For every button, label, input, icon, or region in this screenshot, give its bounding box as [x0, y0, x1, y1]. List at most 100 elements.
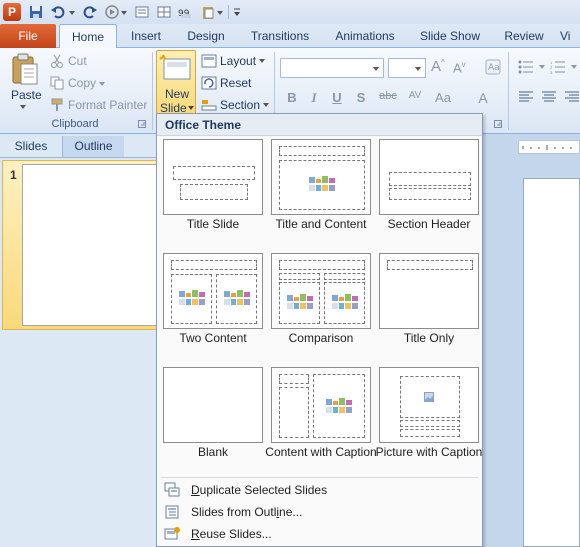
tab-review[interactable]: Review	[500, 24, 548, 48]
tab-slides[interactable]: Slides	[0, 136, 62, 157]
table-icon[interactable]	[156, 4, 172, 20]
layout-icon[interactable]	[201, 54, 217, 68]
align-center-icon[interactable]	[541, 90, 557, 104]
content-icons	[332, 294, 358, 309]
bullets-dropdown-icon[interactable]	[538, 64, 546, 70]
layout-picture-with-caption[interactable]: Picture with Caption	[376, 367, 483, 475]
layout-thumbnail	[271, 253, 371, 329]
qat-separator	[228, 5, 229, 19]
content-icons	[309, 176, 335, 191]
reset-icon[interactable]	[201, 76, 217, 90]
spelling-icon[interactable]	[134, 4, 150, 20]
tab-outline[interactable]: Outline	[62, 136, 124, 157]
tab-insert[interactable]: Insert	[122, 24, 170, 48]
reuse-slides-icon	[164, 527, 180, 540]
format-painter-icon[interactable]	[50, 98, 64, 112]
symbol-icon[interactable]: 99	[178, 4, 194, 20]
powerpoint-app-icon[interactable]: P	[3, 3, 21, 21]
tab-design[interactable]: Design	[180, 24, 232, 48]
paste-dropdown-icon[interactable]	[18, 104, 28, 110]
new-slide-label: New	[165, 87, 190, 101]
title-placeholder	[279, 374, 309, 384]
tab-transitions[interactable]: Transitions	[244, 24, 316, 48]
slide-thumbnail[interactable]	[22, 164, 157, 326]
align-left-icon[interactable]	[518, 90, 534, 104]
content-placeholder	[216, 274, 257, 324]
dialog-launcher-icon[interactable]	[494, 120, 502, 128]
content-icons	[326, 398, 352, 413]
slideshow-dropdown-icon[interactable]	[120, 4, 128, 20]
menu-item-label: Slides from Outline...	[191, 505, 303, 519]
undo-dropdown-icon[interactable]	[68, 4, 76, 20]
tab-animations[interactable]: Animations	[328, 24, 402, 48]
shrink-font-button[interactable]: Av	[453, 60, 466, 75]
layout-blank[interactable]: Blank	[163, 367, 267, 462]
clipboard-paste-icon[interactable]	[200, 4, 216, 20]
align-right-icon[interactable]	[564, 90, 580, 104]
layout-title-slide[interactable]: Title Slide	[163, 139, 267, 234]
reset-button[interactable]: Reset	[220, 76, 251, 90]
tab-view[interactable]: Vi	[560, 24, 580, 48]
svg-text:3: 3	[550, 70, 553, 74]
bullets-icon[interactable]	[518, 60, 534, 74]
character-spacing-button[interactable]: AV	[404, 90, 426, 101]
numbering-dropdown-icon[interactable]	[570, 64, 578, 70]
customize-qat-icon[interactable]	[232, 4, 242, 20]
menu-duplicate-selected-slides[interactable]: Duplicate Selected Slides	[157, 479, 482, 501]
numbering-icon[interactable]: 123	[550, 60, 566, 74]
menu-reuse-slides[interactable]: Reuse Slides...	[157, 523, 482, 545]
redo-icon[interactable]	[82, 4, 98, 20]
slideshow-icon[interactable]	[104, 4, 120, 20]
tab-home[interactable]: Home	[59, 24, 117, 49]
layout-comparison[interactable]: Comparison	[271, 253, 375, 348]
bold-button[interactable]: B	[283, 90, 301, 105]
font-name-combobox[interactable]	[280, 58, 384, 78]
font-size-combobox[interactable]	[388, 58, 426, 78]
new-slide-button[interactable]: New Slide	[156, 50, 196, 116]
section-icon[interactable]	[201, 98, 217, 112]
menu-item-label: Reuse Slides...	[191, 527, 272, 541]
layout-content-with-caption[interactable]: Content with Caption	[265, 367, 377, 475]
cut-icon[interactable]	[50, 54, 64, 68]
slide-number: 1	[10, 168, 17, 182]
dialog-launcher-icon[interactable]	[138, 120, 146, 128]
layout-thumbnail	[163, 139, 263, 215]
layout-title-and-content[interactable]: Title and Content	[271, 139, 375, 234]
caption-text-placeholder	[400, 429, 460, 437]
paste-button[interactable]: Paste	[11, 88, 42, 102]
slide-canvas[interactable]	[523, 178, 580, 547]
layout-section-header[interactable]: Section Header	[379, 139, 483, 234]
section-button[interactable]: Section	[220, 98, 260, 112]
shadow-button[interactable]: S	[352, 90, 370, 105]
paste-dropdown-icon[interactable]	[216, 4, 224, 20]
copy-icon[interactable]	[50, 76, 64, 90]
cut-button[interactable]: Cut	[68, 54, 87, 68]
copy-dropdown-icon[interactable]	[98, 81, 106, 87]
section-dropdown-icon[interactable]	[262, 102, 270, 108]
content-icons	[287, 294, 313, 309]
layout-button[interactable]: Layout	[220, 54, 256, 68]
save-icon[interactable]	[28, 4, 44, 20]
ribbon-separator	[152, 52, 153, 130]
layout-title-only[interactable]: Title Only	[379, 253, 483, 348]
clear-formatting-icon[interactable]: Aa	[484, 58, 502, 76]
font-color-button[interactable]: A	[474, 90, 492, 106]
italic-button[interactable]: I	[305, 90, 323, 106]
format-painter-button[interactable]: Format Painter	[68, 98, 147, 112]
grow-font-button[interactable]: A^	[431, 58, 445, 75]
menu-slides-from-outline[interactable]: Slides from Outline...	[157, 501, 482, 523]
tab-file[interactable]: File	[0, 24, 56, 48]
title-placeholder	[279, 260, 365, 270]
underline-button[interactable]: U	[328, 90, 346, 105]
tab-slide-show[interactable]: Slide Show	[414, 24, 486, 48]
paste-icon[interactable]	[10, 52, 40, 86]
undo-icon[interactable]	[50, 4, 66, 20]
copy-button[interactable]: Copy	[68, 76, 96, 90]
new-slide-gallery: Office Theme Title Slide Title and Conte…	[156, 113, 483, 547]
strikethrough-button[interactable]: abc	[376, 90, 400, 102]
layout-dropdown-icon[interactable]	[258, 58, 266, 64]
layout-two-content[interactable]: Two Content	[163, 253, 267, 348]
change-case-button[interactable]: Aa	[432, 90, 454, 105]
layout-label: Picture with Caption	[375, 445, 483, 459]
content-placeholder	[279, 282, 320, 324]
